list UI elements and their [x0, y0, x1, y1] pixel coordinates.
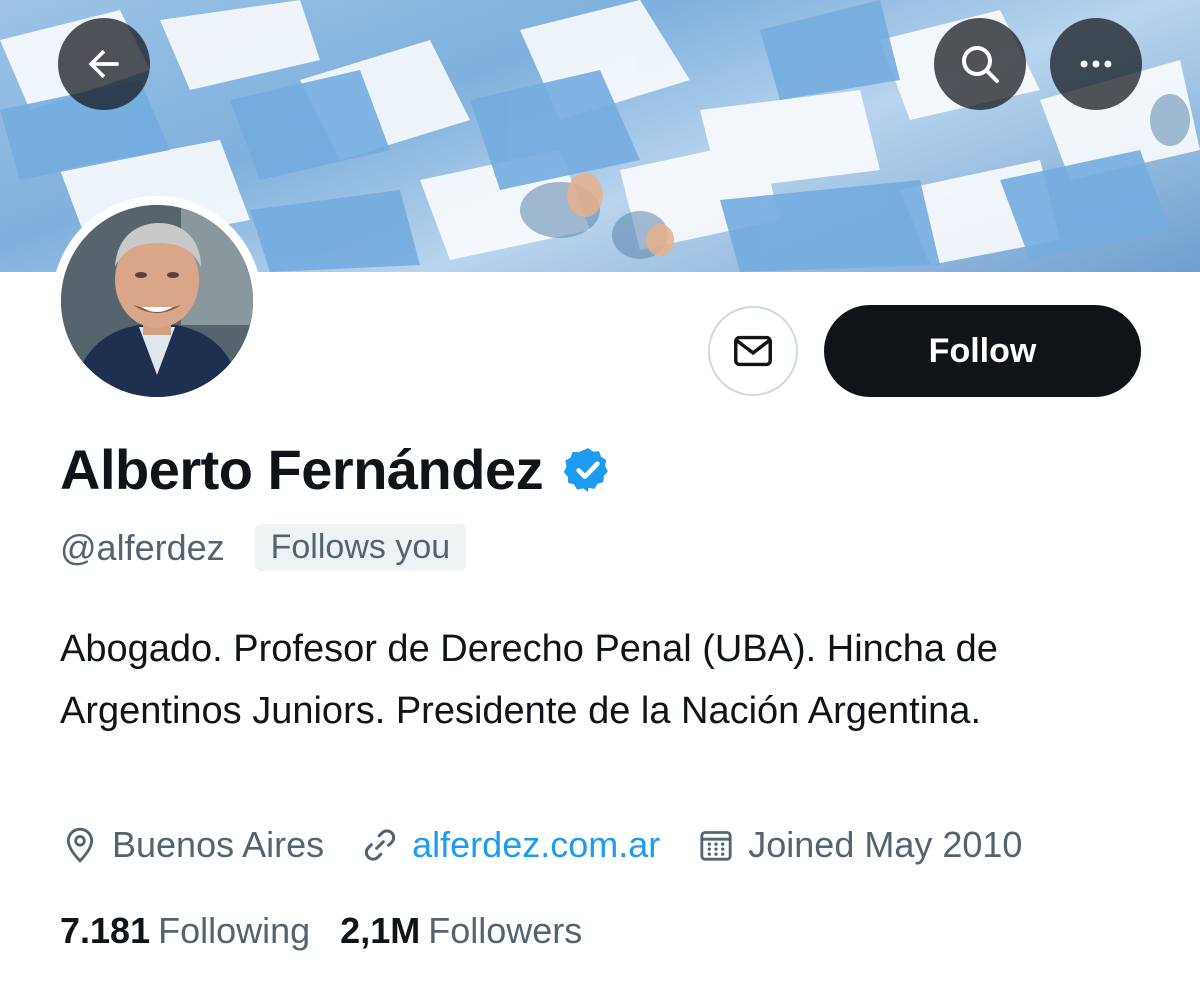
avatar[interactable]: [52, 196, 262, 406]
location-text: Buenos Aires: [112, 824, 325, 865]
profile-name-row: Alberto Fernández: [60, 437, 613, 502]
joined-text: Joined May 2010: [748, 824, 1023, 865]
follows-you-badge: Follows you: [254, 524, 467, 571]
followers-label: Followers: [428, 910, 583, 951]
more-dots-icon: [1080, 60, 1112, 68]
back-button[interactable]: [58, 18, 150, 110]
following-count: 7.181: [60, 910, 151, 951]
search-icon: [962, 46, 999, 83]
location-pin-icon: [66, 827, 94, 863]
mail-icon: [734, 335, 772, 367]
followers-link[interactable]: 2,1M Followers: [340, 910, 582, 952]
verified-badge-icon[interactable]: [563, 445, 613, 495]
profile-stats: 7.181 Following 2,1M Followers: [60, 910, 612, 952]
handle-row: @alferdez Follows you: [60, 524, 467, 571]
website-link[interactable]: alferdez.com.ar: [412, 824, 660, 866]
profile-name: Alberto Fernández: [60, 438, 544, 501]
profile-bio: Abogado. Profesor de Derecho Penal (UBA)…: [60, 628, 998, 732]
link-icon: [365, 829, 396, 861]
followers-count: 2,1M: [340, 910, 421, 951]
calendar-icon: [700, 831, 732, 861]
location-item: Buenos Aires: [60, 824, 324, 866]
more-button[interactable]: [1050, 18, 1142, 110]
follow-button[interactable]: Follow: [824, 305, 1141, 397]
avatar-image: [61, 205, 253, 397]
website-item[interactable]: alferdez.com.ar: [360, 824, 660, 866]
profile-meta: Buenos Aires alferdez.com.ar Joined May …: [60, 824, 1058, 866]
message-button[interactable]: [708, 306, 798, 396]
following-link[interactable]: 7.181 Following: [60, 910, 310, 952]
following-label: Following: [158, 910, 311, 951]
search-button[interactable]: [934, 18, 1026, 110]
profile-handle: @alferdez: [60, 526, 225, 568]
arrow-left-icon: [88, 49, 119, 79]
joined-item: Joined May 2010: [696, 824, 1022, 866]
